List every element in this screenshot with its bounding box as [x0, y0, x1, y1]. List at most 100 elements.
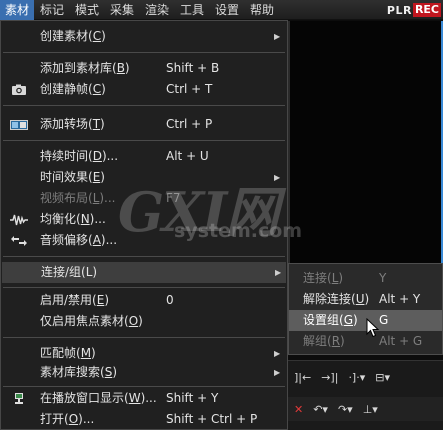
- camera-icon: [9, 83, 29, 96]
- menu-separator: [3, 337, 285, 338]
- menu-item-label: 音频偏移(: [40, 233, 93, 247]
- menubar-item-material[interactable]: 素材: [0, 0, 35, 20]
- menu-item-label: 解除连接(: [303, 292, 356, 306]
- submenu-arrow-icon: ▶: [274, 173, 281, 182]
- menu-item-audio-offset[interactable]: 音频偏移(A)...: [1, 230, 287, 251]
- menu-item-label-tail: )...: [101, 149, 119, 163]
- menu-item-label-tail: )...: [100, 233, 118, 247]
- menu-item-label: 持续时间(: [40, 149, 93, 163]
- menu-item-add-transition[interactable]: 添加转场(T) Ctrl + P: [1, 114, 287, 135]
- menu-item-shortcut: Shift + Ctrl + P: [166, 412, 258, 426]
- submenu-arrow-icon: ▶: [274, 368, 281, 377]
- brand-plr: PLR: [386, 3, 412, 17]
- submenu-item-link: 连接(L) Y: [289, 268, 442, 289]
- menubar-item-settings[interactable]: 设置: [210, 0, 244, 20]
- menu-item-accelerator: B: [116, 61, 125, 75]
- menubar-item-tools[interactable]: 工具: [175, 0, 209, 20]
- material-menu: 创建素材(C) ▶ 添加到素材库(B) Shift + B 创建静帧(C) Ct…: [0, 20, 288, 430]
- menu-item-label: 添加到素材库(: [40, 61, 117, 75]
- menu-item-label-tail: )...: [78, 412, 95, 426]
- split-in-icon[interactable]: ]|←: [294, 371, 311, 384]
- menu-item-shortcut: Ctrl + T: [166, 82, 213, 96]
- menu-item-shortcut: 0: [166, 293, 174, 307]
- menu-item-shortcut: Ctrl + P: [166, 117, 213, 131]
- menu-item-match-frame[interactable]: 匹配帧(M) ▶: [1, 343, 287, 364]
- split-out-icon[interactable]: →]|: [321, 371, 338, 384]
- track-icon[interactable]: ⊟▾: [375, 371, 390, 384]
- menubar-item-capture[interactable]: 采集: [105, 0, 139, 20]
- menu-item-accelerator: O: [128, 314, 139, 328]
- menu-item-accelerator: C: [92, 29, 102, 43]
- menu-item-label: 素材库搜索(: [40, 365, 105, 379]
- menubar-item-render[interactable]: 渲染: [140, 0, 174, 20]
- menu-item-label-tail: ): [340, 334, 345, 348]
- equalize-icon: [9, 213, 29, 226]
- link-group-submenu: 连接(L) Y 解除连接(U) Alt + Y 设置组(G) G 解组(R) A…: [288, 263, 443, 355]
- menu-item-accelerator: N: [80, 212, 90, 226]
- menu-item-enable-disable[interactable]: 启用/禁用(E) 0: [1, 290, 287, 311]
- menu-item-focus-only[interactable]: 仅启用焦点素材(O): [1, 311, 287, 332]
- menu-item-equalize[interactable]: 均衡化(N)...: [1, 209, 287, 230]
- menubar-item-marker[interactable]: 标记: [35, 0, 69, 20]
- menu-item-library-search[interactable]: 素材库搜索(S) ▶: [1, 362, 287, 383]
- menu-item-label: 启用/禁用(: [40, 293, 97, 307]
- menu-item-label: 创建静帧(: [40, 82, 93, 96]
- menu-item-shortcut: Alt + U: [166, 149, 209, 163]
- menu-item-accelerator: O: [68, 412, 79, 426]
- menu-item-label: 连接/组(L): [41, 265, 98, 279]
- menu-item-show-in-player[interactable]: 在播放窗口显示(W)... Shift + Y: [1, 388, 287, 409]
- menu-item-shortcut: Alt + G: [379, 334, 423, 348]
- menu-item-label: 解组(: [303, 334, 332, 348]
- submenu-arrow-icon: ▶: [275, 268, 282, 277]
- menu-item-label: 连接(: [303, 271, 332, 285]
- menu-item-label-tail: ): [338, 271, 344, 285]
- menu-item-label-tail: ): [124, 61, 130, 75]
- brand-rec: REC: [412, 3, 441, 17]
- menu-item-video-layout: 视频布局(L)... F7: [1, 188, 287, 209]
- menu-separator: [3, 386, 285, 387]
- menu-item-label-tail: )...: [140, 391, 157, 405]
- redo-icon[interactable]: ↷▾: [338, 403, 353, 416]
- menu-separator: [3, 256, 285, 257]
- menu-item-add-to-library[interactable]: 添加到素材库(B) Shift + B: [1, 58, 287, 79]
- menu-item-accelerator: M: [80, 346, 92, 360]
- menu-item-label: 视频布局(: [40, 191, 93, 205]
- undo-icon[interactable]: ↶▾: [313, 403, 328, 416]
- tool-icon[interactable]: ⊥▾: [363, 403, 378, 416]
- submenu-arrow-icon: ▶: [274, 32, 281, 41]
- menu-item-accelerator: A: [92, 233, 101, 247]
- menu-item-create-still[interactable]: 创建静帧(C) Ctrl + T: [1, 79, 287, 100]
- menu-item-label-tail: ): [112, 365, 117, 379]
- player-window-icon: [9, 392, 29, 405]
- split-both-icon[interactable]: ·]·▾: [348, 371, 365, 384]
- menu-item-shortcut: Y: [379, 271, 387, 285]
- menu-item-label-tail: )...: [89, 212, 106, 226]
- menu-item-link-group[interactable]: 连接/组(L) ▶: [2, 262, 286, 283]
- menu-item-accelerator: G: [343, 313, 353, 327]
- menu-item-label-tail: ): [100, 170, 105, 184]
- menubar-item-help[interactable]: 帮助: [245, 0, 279, 20]
- menu-item-shortcut: Alt + Y: [379, 292, 421, 306]
- submenu-item-unlink[interactable]: 解除连接(U) Alt + Y: [289, 289, 442, 310]
- menu-item-open[interactable]: 打开(O)... Shift + Ctrl + P: [1, 409, 287, 430]
- menu-item-label-tail: ): [101, 82, 106, 96]
- menu-item-accelerator: D: [92, 149, 102, 163]
- menu-item-label: 仅启用焦点素材(: [40, 314, 129, 328]
- timeline-toolbar-row-2: ✕ ↶▾ ↷▾ ⊥▾: [288, 397, 443, 421]
- menu-separator: [3, 105, 285, 106]
- menu-item-label-tail: ): [91, 346, 96, 360]
- menu-item-accelerator: C: [92, 82, 102, 96]
- menubar-item-mode[interactable]: 模式: [70, 0, 104, 20]
- menubar: 素材 标记 模式 采集 渲染 工具 设置 帮助 PLR REC: [0, 0, 443, 20]
- menu-item-time-effect[interactable]: 时间效果(E) ▶: [1, 167, 287, 188]
- menu-item-shortcut: F7: [166, 191, 181, 205]
- menu-item-create-material[interactable]: 创建素材(C) ▶: [1, 26, 287, 47]
- menu-item-label: 匹配帧(: [40, 346, 81, 360]
- menu-item-label: 打开(: [40, 412, 69, 426]
- menu-item-shortcut: G: [379, 313, 389, 327]
- menu-item-label: 创建素材(: [40, 29, 93, 43]
- menu-item-label: 时间效果(: [40, 170, 93, 184]
- delete-icon[interactable]: ✕: [294, 403, 303, 416]
- menu-item-label: 在播放窗口显示(: [40, 391, 129, 405]
- menu-item-duration[interactable]: 持续时间(D)... Alt + U: [1, 146, 287, 167]
